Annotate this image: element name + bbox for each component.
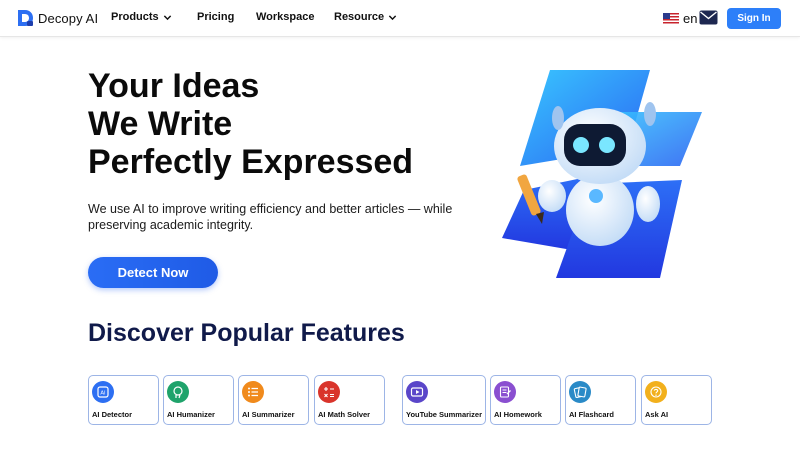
feature-card-ai-flashcard[interactable]: AI Flashcard — [565, 375, 636, 425]
feature-label: YouTube Summarizer — [406, 410, 482, 419]
robot-illustration — [502, 70, 702, 278]
feature-label: AI Flashcard — [569, 410, 615, 419]
nav-pricing[interactable]: Pricing — [197, 11, 234, 23]
ask-ai-icon — [645, 381, 667, 403]
feature-card-youtube-summarizer[interactable]: YouTube Summarizer — [402, 375, 486, 425]
nav-resource-label: Resource — [334, 11, 385, 23]
language-selector[interactable]: en — [663, 11, 697, 26]
hero-subtitle: We use AI to improve writing efficiency … — [88, 202, 453, 232]
math-solver-icon — [318, 381, 340, 403]
sign-in-button[interactable]: Sign In — [727, 8, 781, 29]
chevron-down-icon — [388, 14, 397, 20]
feature-label: AI Summarizer — [242, 410, 295, 419]
feature-label: AI Humanizer — [167, 410, 215, 419]
svg-text:AI: AI — [100, 390, 106, 396]
feature-card-ask-ai[interactable]: Ask AI — [641, 375, 712, 425]
feature-label: Ask AI — [645, 410, 669, 419]
language-label: en — [683, 11, 698, 26]
nav-workspace-label: Workspace — [256, 11, 315, 23]
feature-label: AI Math Solver — [318, 410, 371, 419]
chevron-down-icon — [163, 14, 171, 20]
logo-text: Decopy AI — [38, 10, 99, 26]
flashcard-icon — [569, 381, 591, 403]
decopy-logo-icon — [18, 10, 33, 26]
features-title: Discover Popular Features — [88, 319, 405, 347]
feature-card-ai-summarizer[interactable]: AI Summarizer — [238, 375, 309, 425]
summarizer-icon — [242, 381, 264, 403]
hero-title-line: We Write — [88, 105, 233, 143]
homework-icon — [494, 381, 516, 403]
hero-title-line: Perfectly Expressed — [88, 143, 414, 181]
nav-resource[interactable]: Resource — [334, 11, 397, 23]
top-navbar: Decopy AI Products Pricing Workspace Res… — [0, 0, 800, 37]
logo[interactable]: Decopy AI — [16, 9, 98, 27]
nav-workspace[interactable]: Workspace — [256, 11, 315, 23]
hero-title: Your Ideas We Write Perfectly Expressed — [88, 67, 413, 181]
feature-label: AI Detector — [92, 410, 133, 419]
mail-icon[interactable] — [699, 10, 718, 25]
feature-card-ai-detector[interactable]: AI AI Detector — [88, 375, 159, 425]
hero-title-line: Your Ideas — [88, 67, 260, 105]
us-flag-icon — [663, 13, 679, 24]
ai-detector-icon: AI — [92, 381, 114, 403]
feature-label: AI Homework — [494, 410, 542, 419]
youtube-summarizer-icon — [406, 381, 428, 403]
detect-now-button[interactable]: Detect Now — [88, 257, 218, 288]
feature-card-ai-math-solver[interactable]: AI Math Solver — [314, 375, 385, 425]
nav-pricing-label: Pricing — [197, 11, 235, 23]
feature-card-ai-homework[interactable]: AI Homework — [490, 375, 561, 425]
humanizer-icon — [167, 381, 189, 403]
feature-card-ai-humanizer[interactable]: AI Humanizer — [163, 375, 234, 425]
nav-products-label: Products — [111, 11, 159, 23]
nav-products[interactable]: Products — [111, 11, 172, 23]
